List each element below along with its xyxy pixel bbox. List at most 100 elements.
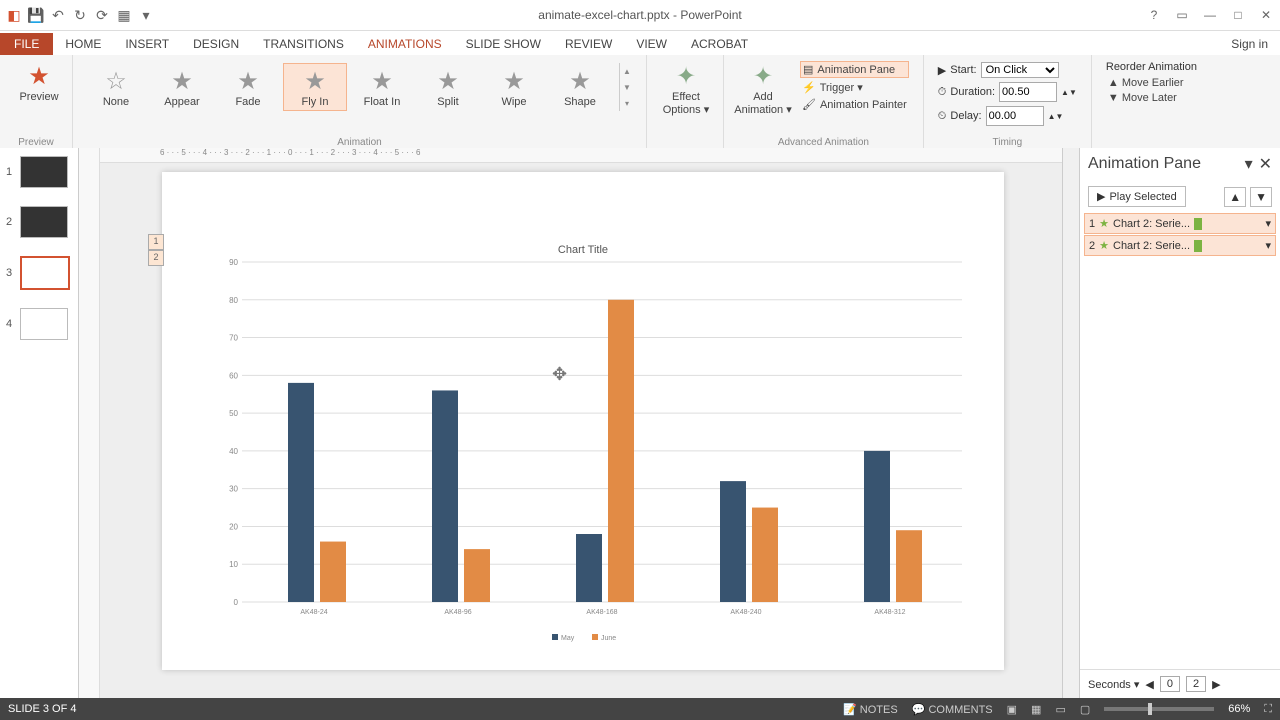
ribbon-options-icon[interactable]: ▭ <box>1172 5 1192 25</box>
anim-shape[interactable]: ★Shape <box>549 63 611 111</box>
anim-split[interactable]: ★Split <box>417 63 479 111</box>
start-select[interactable]: On Click <box>981 62 1059 78</box>
qat-more-icon[interactable]: ▾ <box>138 7 154 23</box>
chart-object[interactable]: 0102030405060708090AK48-24AK48-96AK48-16… <box>212 252 972 652</box>
anim-fade[interactable]: ★Fade <box>217 63 279 111</box>
play-selected-button[interactable]: ▶Play Selected <box>1088 186 1186 207</box>
chevron-down-icon[interactable]: ▾ <box>1265 239 1271 252</box>
redo-icon[interactable]: ↻ <box>72 7 88 23</box>
undo-icon[interactable]: ↶ <box>50 7 66 23</box>
tab-acrobat[interactable]: ACROBAT <box>679 33 760 55</box>
pane-options-icon[interactable]: ▾ <box>1245 154 1253 174</box>
bar-June-1[interactable] <box>464 549 490 602</box>
bar-June-2[interactable] <box>608 300 634 602</box>
pane-icon: ▤ <box>803 63 813 76</box>
tab-design[interactable]: DESIGN <box>181 33 251 55</box>
bar-June-0[interactable] <box>320 542 346 602</box>
thumb-4[interactable]: 4 <box>0 306 78 342</box>
minimize-icon[interactable]: — <box>1200 5 1220 25</box>
tab-insert[interactable]: INSERT <box>113 33 181 55</box>
animation-painter-button[interactable]: 🖌Animation Painter <box>800 97 909 112</box>
add-animation-button[interactable]: ✦ Add Animation ▾ <box>732 59 794 118</box>
preview-icon: ★ <box>28 61 50 91</box>
move-up-icon[interactable]: ▲ <box>1224 187 1246 207</box>
anim-item-2[interactable]: 2★Chart 2: Serie...▾ <box>1084 235 1276 256</box>
slide-canvas[interactable]: 1 2 Chart Title 0102030405060708090AK48-… <box>162 172 1004 670</box>
ruler-vertical <box>79 148 100 698</box>
anim-fly-in[interactable]: ★Fly In <box>283 63 347 111</box>
duration-input[interactable] <box>999 82 1057 102</box>
comments-button[interactable]: 💬 COMMENTS <box>912 703 993 716</box>
slide-thumbnails: 1 2 3 4 <box>0 148 79 698</box>
thumb-1[interactable]: 1 <box>0 154 78 190</box>
add-animation-icon: ✦ <box>753 61 773 91</box>
fit-icon[interactable]: ⛶ <box>1264 703 1272 716</box>
bar-June-3[interactable] <box>752 508 778 602</box>
bar-May-2[interactable] <box>576 534 602 602</box>
anim-wipe[interactable]: ★Wipe <box>483 63 545 111</box>
notes-button[interactable]: 📝 NOTES <box>843 703 898 716</box>
add-animation-label: Add Animation ▾ <box>734 91 792 116</box>
thumb-2[interactable]: 2 <box>0 204 78 240</box>
view-normal-icon[interactable]: ▣ <box>1007 703 1017 716</box>
tab-animations[interactable]: ANIMATIONS <box>356 33 454 55</box>
tab-review[interactable]: REVIEW <box>553 33 624 55</box>
zoom-level[interactable]: 66% <box>1228 703 1250 715</box>
bar-June-4[interactable] <box>896 530 922 602</box>
bar-May-4[interactable] <box>864 451 890 602</box>
thumb-3[interactable]: 3 <box>0 254 78 292</box>
entrance-icon: ★ <box>1099 217 1109 230</box>
seconds-next-icon[interactable]: ▶ <box>1212 678 1220 691</box>
delay-input[interactable] <box>986 106 1044 126</box>
view-reading-icon[interactable]: ▭ <box>1055 703 1065 716</box>
star-icon: ★ <box>503 66 525 96</box>
bar-May-0[interactable] <box>288 383 314 602</box>
sign-in-link[interactable]: Sign in <box>1219 33 1280 55</box>
pane-close-icon[interactable]: ✕ <box>1259 154 1272 174</box>
zoom-slider[interactable] <box>1104 707 1214 711</box>
anim-item-1[interactable]: 1★Chart 2: Serie...▾ <box>1084 213 1276 234</box>
seconds-prev-icon[interactable]: ◀ <box>1145 678 1153 691</box>
vertical-scrollbar[interactable] <box>1062 148 1079 698</box>
svg-text:60: 60 <box>229 371 238 380</box>
move-later-button[interactable]: ▼ Move Later <box>1106 91 1197 105</box>
chevron-down-icon[interactable]: ▾ <box>1265 217 1271 230</box>
view-slideshow-icon[interactable]: ▢ <box>1080 703 1090 716</box>
effect-options-label: Effect Options ▾ <box>657 91 715 116</box>
anim-none[interactable]: ☆None <box>85 63 147 111</box>
star-icon: ★ <box>371 66 393 96</box>
anim-float-in[interactable]: ★Float In <box>351 63 413 111</box>
animation-pane-button[interactable]: ▤Animation Pane <box>800 61 909 78</box>
group-advanced: Advanced Animation <box>724 137 923 148</box>
svg-text:20: 20 <box>229 522 238 531</box>
refresh-icon[interactable]: ⟳ <box>94 7 110 23</box>
effect-options-button[interactable]: ✦ Effect Options ▾ <box>655 59 717 118</box>
move-earlier-button[interactable]: ▲ Move Earlier <box>1106 76 1197 90</box>
group-preview: Preview <box>0 137 72 148</box>
svg-text:10: 10 <box>229 560 238 569</box>
move-down-icon[interactable]: ▼ <box>1250 187 1272 207</box>
bar-May-3[interactable] <box>720 481 746 602</box>
tab-view[interactable]: VIEW <box>624 33 679 55</box>
svg-text:0: 0 <box>234 598 239 607</box>
touch-icon[interactable]: ▦ <box>116 7 132 23</box>
tab-slideshow[interactable]: SLIDE SHOW <box>454 33 553 55</box>
duration-icon: ⏱ <box>938 86 947 99</box>
view-sorter-icon[interactable]: ▦ <box>1031 703 1041 716</box>
maximize-icon[interactable]: □ <box>1228 5 1248 25</box>
tab-transitions[interactable]: TRANSITIONS <box>251 33 356 55</box>
help-icon[interactable]: ? <box>1144 5 1164 25</box>
tab-file[interactable]: FILE <box>0 33 53 55</box>
star-icon: ★ <box>569 66 591 96</box>
save-icon[interactable]: 💾 <box>28 7 44 23</box>
svg-text:AK48-96: AK48-96 <box>444 609 471 616</box>
seconds-label[interactable]: Seconds ▾ <box>1088 678 1139 691</box>
preview-button[interactable]: ★ Preview <box>8 59 70 105</box>
tab-home[interactable]: HOME <box>53 33 113 55</box>
anim-appear[interactable]: ★Appear <box>151 63 213 111</box>
svg-text:40: 40 <box>229 447 238 456</box>
star-icon: ★ <box>237 66 259 96</box>
close-icon[interactable]: ✕ <box>1256 5 1276 25</box>
trigger-button[interactable]: ⚡Trigger ▾ <box>800 80 909 95</box>
bar-May-1[interactable] <box>432 390 458 602</box>
